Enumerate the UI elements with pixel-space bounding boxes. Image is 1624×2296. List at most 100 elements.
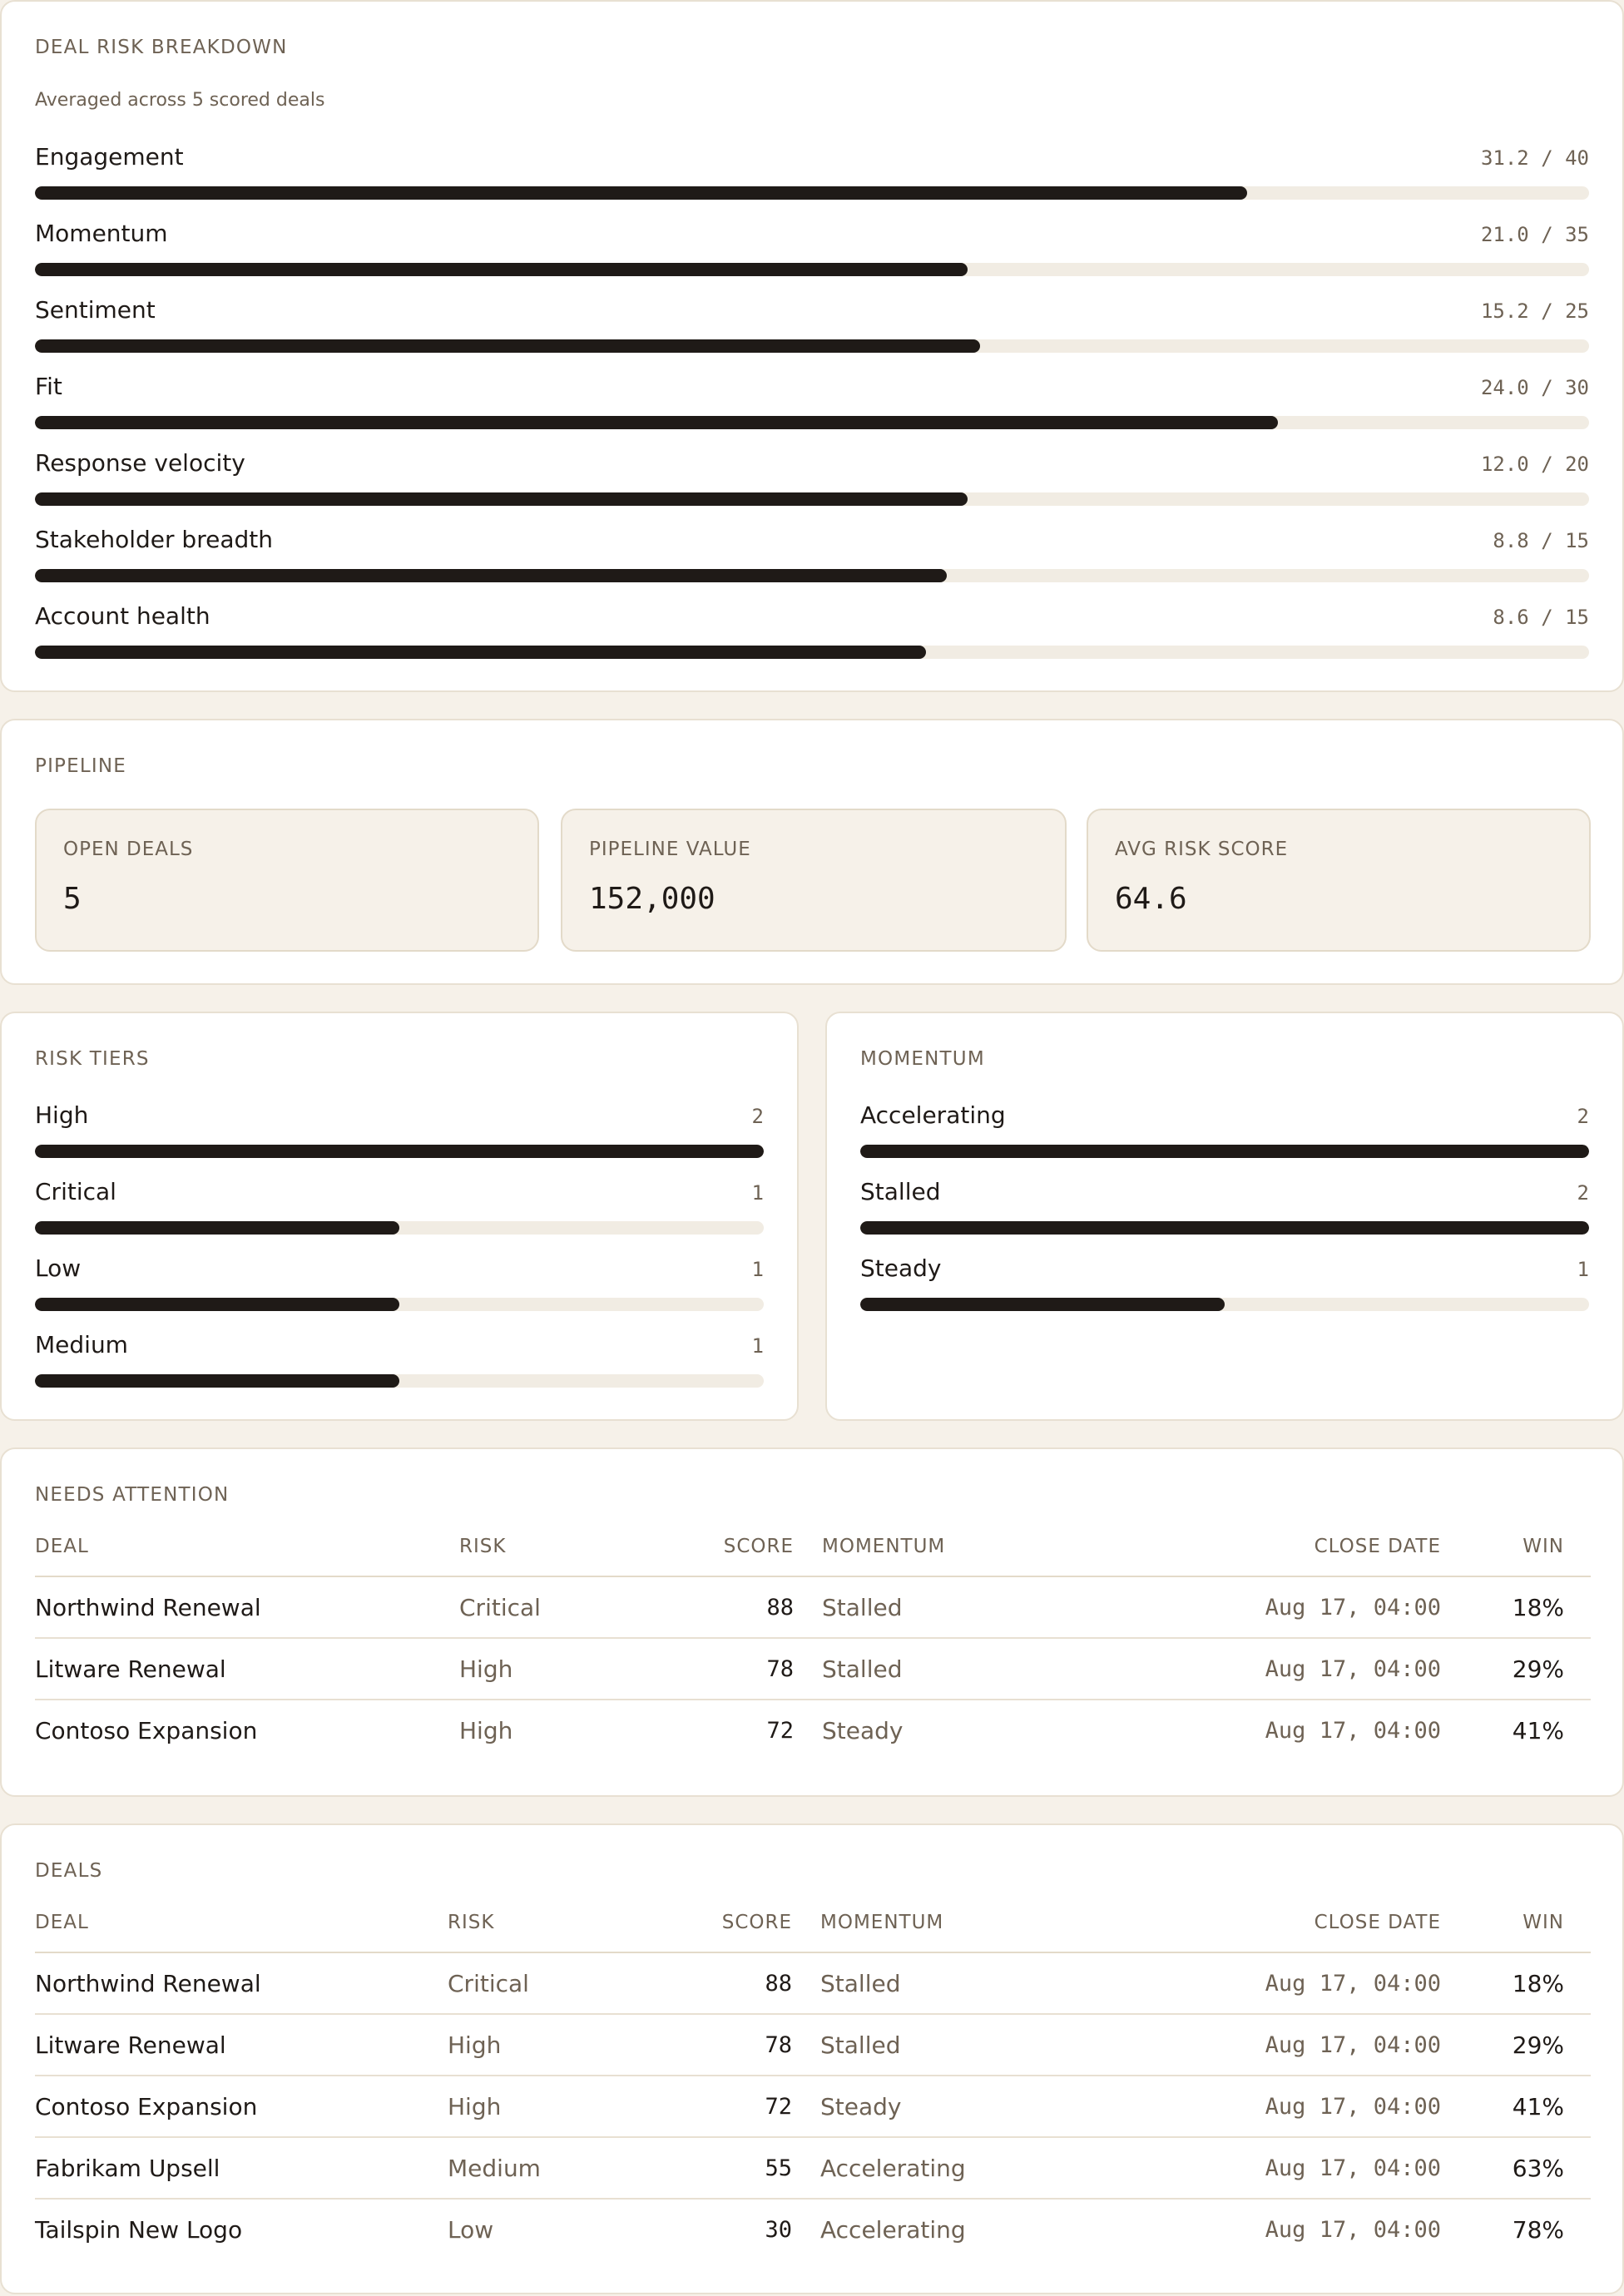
column-header-close-date[interactable]: CLOSE DATE <box>1221 1517 1441 1577</box>
risk-score: 78 <box>666 2014 820 2076</box>
win-probability: 29% <box>1441 2014 1591 2076</box>
risk-score: 72 <box>666 2076 820 2138</box>
breakdown-row-account-health: Account health 8.6 / 15 <box>35 602 1589 662</box>
bar-fill <box>35 646 926 659</box>
bar-track <box>860 1221 1589 1235</box>
table-row[interactable]: Northwind Renewal Critical 88 Stalled Au… <box>35 1952 1591 2015</box>
risk-score: 88 <box>666 1952 820 2015</box>
bar-track <box>860 1298 1589 1311</box>
breakdown-row-engagement: Engagement 31.2 / 40 <box>35 143 1589 203</box>
bar-label: Account health <box>35 602 210 630</box>
risk-score: 88 <box>667 1576 822 1639</box>
momentum-card: MOMENTUM Accelerating 2 Stalled 2 Steady… <box>825 1012 1624 1421</box>
momentum: Steady <box>820 2076 1220 2138</box>
deal-name[interactable]: Litware Renewal <box>35 2014 448 2076</box>
column-header-momentum[interactable]: MOMENTUM <box>820 1893 1220 1953</box>
column-header-risk[interactable]: RISK <box>459 1517 667 1577</box>
bar-value: 31.2 / 40 <box>1480 146 1589 170</box>
risk-tier: Low <box>448 2215 494 2244</box>
stat-label: PIPELINE VALUE <box>589 839 751 860</box>
bar-value: 24.0 / 30 <box>1480 376 1589 399</box>
momentum: Steady <box>822 1716 904 1744</box>
breakdown-row-response-velocity: Response velocity 12.0 / 20 <box>35 449 1589 509</box>
bar-track <box>35 1374 764 1388</box>
momentum: Accelerating <box>820 2137 1220 2200</box>
win-probability: 18% <box>1441 1952 1591 2015</box>
risk-tiers-card: RISK TIERS High 2 Critical 1 Low 1 Mediu… <box>0 1012 799 1421</box>
win-probability: 29% <box>1441 1638 1591 1700</box>
momentum: Stalled <box>822 1638 1221 1700</box>
bar-label: Medium <box>35 1331 128 1358</box>
deal-name[interactable]: Contoso Expansion <box>35 1700 459 1760</box>
column-header-deal[interactable]: DEAL <box>35 1893 448 1953</box>
stat-avg-risk-score: AVG RISK SCORE 64.6 <box>1087 809 1591 952</box>
breakdown-title: DEAL RISK BREAKDOWN <box>35 37 288 58</box>
win-probability: 41% <box>1441 2076 1591 2138</box>
column-header-deal[interactable]: DEAL <box>35 1517 459 1577</box>
column-header-risk[interactable]: RISK <box>448 1893 666 1953</box>
column-header-momentum[interactable]: MOMENTUM <box>822 1517 1221 1577</box>
deal-name[interactable]: Contoso Expansion <box>35 2076 448 2138</box>
column-header-score[interactable]: SCORE <box>666 1893 820 1953</box>
column-header-score[interactable]: SCORE <box>667 1517 822 1577</box>
bar-fill <box>860 1221 1589 1235</box>
bar-count: 2 <box>751 1105 764 1128</box>
stat-pipeline-value: PIPELINE VALUE 152,000 <box>561 809 1067 952</box>
risk-tier: Medium <box>448 2137 666 2200</box>
deal-name[interactable]: Northwind Renewal <box>35 1576 459 1639</box>
close-date: Aug 17, 04:00 <box>1221 1638 1441 1700</box>
bar-track <box>35 186 1589 200</box>
pipeline-title: PIPELINE <box>35 755 126 777</box>
bar-fill <box>35 1374 399 1388</box>
table-header-row: DEAL RISK SCORE MOMENTUM CLOSE DATE WIN <box>35 1517 1591 1577</box>
column-header-win[interactable]: WIN <box>1441 1517 1591 1577</box>
close-date: Aug 17, 04:00 <box>1265 1717 1441 1744</box>
bar-label: Response velocity <box>35 449 245 477</box>
momentum-row-stalled: Stalled 2 <box>860 1178 1589 1238</box>
breakdown-subtitle: Averaged across 5 scored deals <box>35 90 325 111</box>
close-date: Aug 17, 04:00 <box>1220 2076 1441 2138</box>
risk-tier: Critical <box>459 1576 667 1639</box>
stat-label: OPEN DEALS <box>63 839 194 860</box>
table-row[interactable]: Tailspin New Logo Low 30 Accelerating Au… <box>35 2199 1591 2259</box>
breakdown-row-momentum: Momentum 21.0 / 35 <box>35 220 1589 280</box>
bar-track <box>35 1298 764 1311</box>
deals-title: DEALS <box>35 1860 103 1882</box>
bar-fill <box>860 1298 1225 1311</box>
table-row[interactable]: Fabrikam Upsell Medium 55 Accelerating A… <box>35 2137 1591 2200</box>
bar-label: High <box>35 1101 89 1129</box>
close-date: Aug 17, 04:00 <box>1265 2216 1441 2243</box>
deal-name[interactable]: Litware Renewal <box>35 1638 459 1700</box>
bar-fill <box>35 569 947 582</box>
table-row[interactable]: Northwind Renewal Critical 88 Stalled Au… <box>35 1576 1591 1639</box>
risk-tier: High <box>448 2014 666 2076</box>
table-row[interactable]: Litware Renewal High 78 Stalled Aug 17, … <box>35 2014 1591 2076</box>
bar-count: 1 <box>751 1258 764 1281</box>
bar-fill <box>35 186 1248 200</box>
bar-fill <box>35 416 1279 429</box>
deal-name[interactable]: Northwind Renewal <box>35 1952 448 2015</box>
stat-value: 64.6 <box>1115 882 1187 916</box>
needs-attention-title: NEEDS ATTENTION <box>35 1484 230 1506</box>
bar-value: 8.6 / 15 <box>1493 606 1589 629</box>
risk-score: 78 <box>667 1638 822 1700</box>
bar-track <box>860 1145 1589 1158</box>
deal-risk-breakdown-card: DEAL RISK BREAKDOWN Averaged across 5 sc… <box>0 0 1624 692</box>
column-header-win[interactable]: WIN <box>1441 1893 1591 1953</box>
column-header-close-date[interactable]: CLOSE DATE <box>1220 1893 1441 1953</box>
close-date: Aug 17, 04:00 <box>1220 2137 1441 2200</box>
deal-name[interactable]: Fabrikam Upsell <box>35 2137 448 2200</box>
bar-fill <box>35 339 980 353</box>
table-row[interactable]: Contoso Expansion High 72 Steady Aug 17,… <box>35 1700 1591 1760</box>
deal-name[interactable]: Tailspin New Logo <box>35 2199 448 2259</box>
bar-count: 2 <box>1577 1105 1589 1128</box>
table-row[interactable]: Contoso Expansion High 72 Steady Aug 17,… <box>35 2076 1591 2138</box>
table-row[interactable]: Litware Renewal High 78 Stalled Aug 17, … <box>35 1638 1591 1700</box>
bar-label: Accelerating <box>860 1101 1006 1129</box>
risk-tier: High <box>459 1638 667 1700</box>
stat-value: 5 <box>63 882 82 916</box>
stat-label: AVG RISK SCORE <box>1115 839 1289 860</box>
bar-fill <box>860 1145 1589 1158</box>
bar-count: 1 <box>751 1181 764 1205</box>
momentum-row-accelerating: Accelerating 2 <box>860 1101 1589 1161</box>
